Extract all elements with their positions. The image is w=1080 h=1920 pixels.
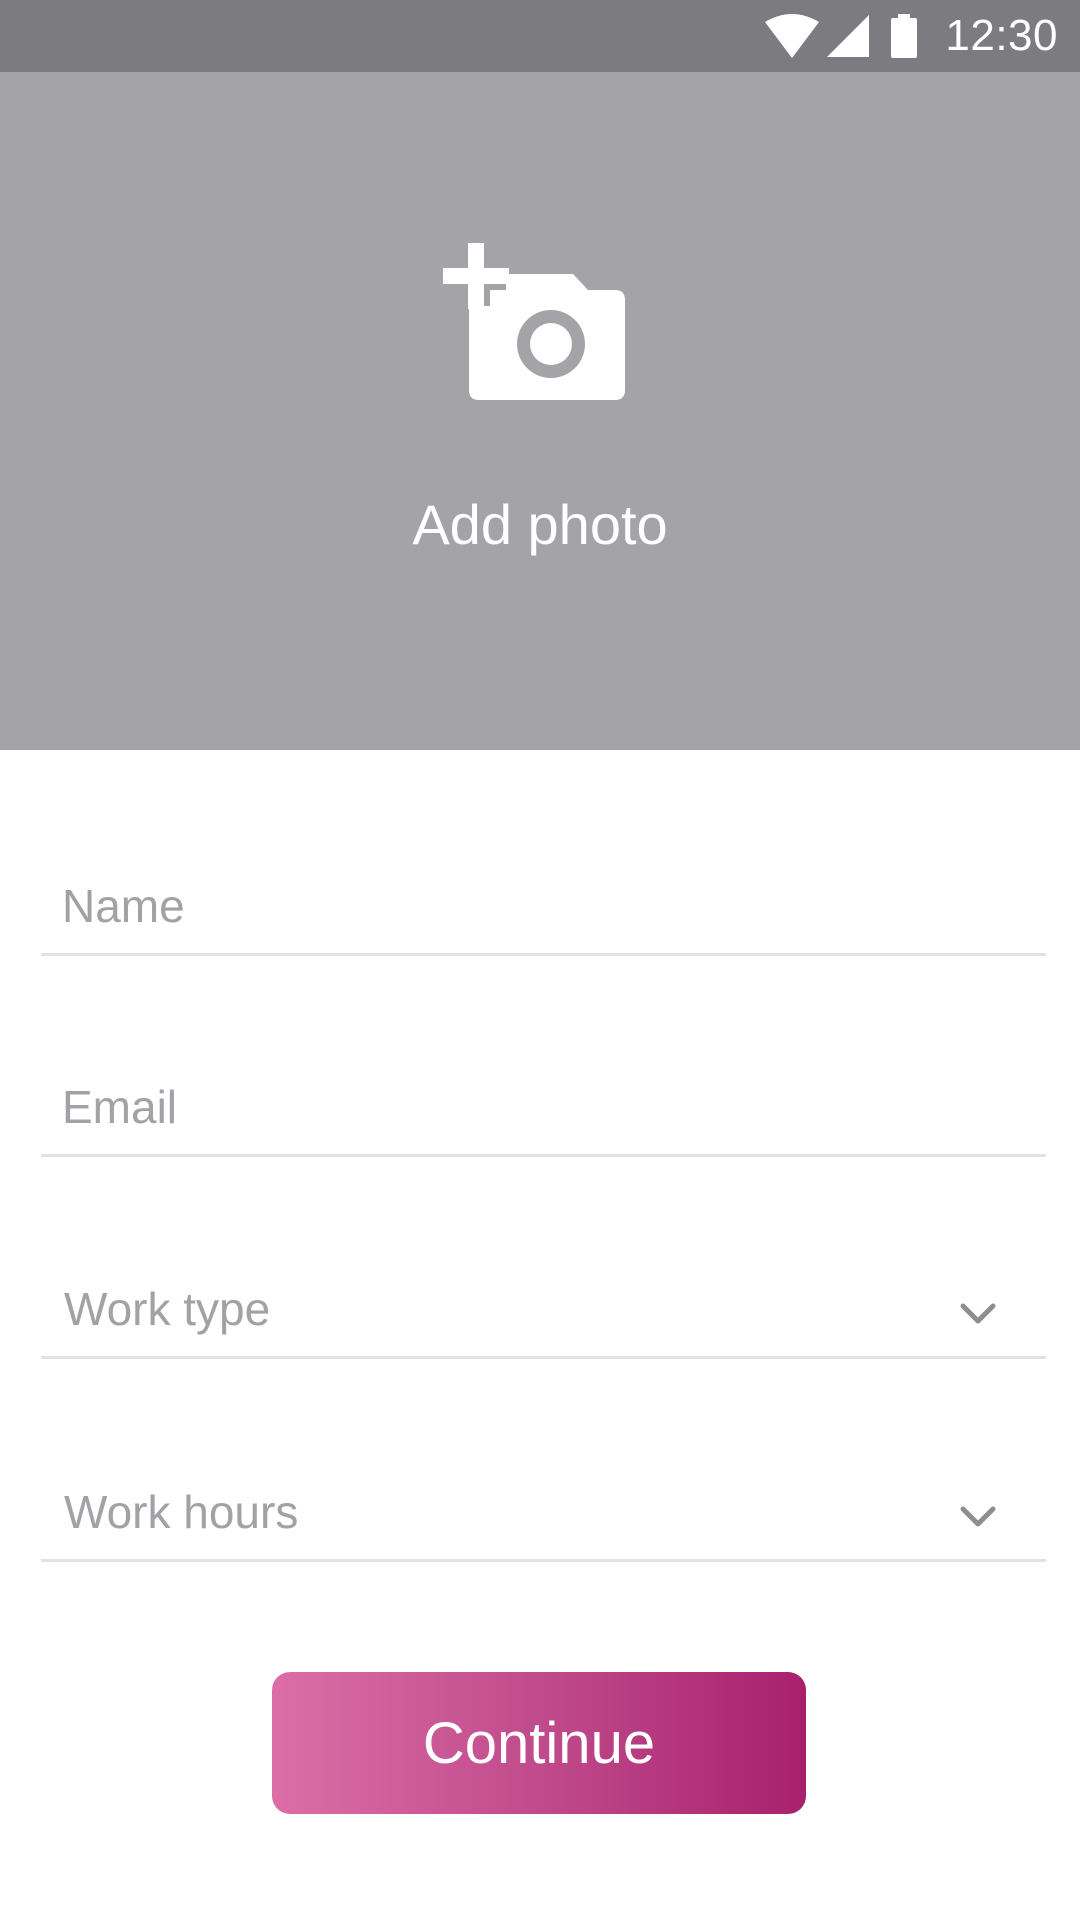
status-bar: 12:30: [0, 0, 1080, 72]
add-photo-icon: [443, 232, 633, 407]
status-icons: 12:30: [765, 0, 1058, 72]
wifi-icon: [765, 14, 820, 58]
cell-signal-icon: [827, 15, 870, 57]
status-time: 12:30: [945, 11, 1058, 60]
email-field[interactable]: [41, 1047, 1046, 1157]
chevron-down-icon: [960, 1303, 996, 1325]
battery-icon: [891, 14, 918, 58]
name-field[interactable]: [41, 846, 1046, 956]
email-input[interactable]: [62, 1071, 962, 1143]
work-hours-select[interactable]: Work hours: [41, 1452, 1046, 1562]
add-photo-area[interactable]: Add photo: [0, 72, 1080, 750]
email-underline: [41, 1154, 1046, 1157]
work-hours-label: Work hours: [64, 1486, 299, 1538]
work-type-label: Work type: [64, 1283, 271, 1335]
add-photo-label: Add photo: [412, 493, 668, 556]
continue-button[interactable]: Continue: [272, 1672, 806, 1814]
work-hours-underline: [41, 1559, 1046, 1562]
work-type-select[interactable]: Work type: [41, 1249, 1046, 1359]
name-input[interactable]: [62, 870, 962, 942]
work-type-underline: [41, 1356, 1046, 1359]
name-underline: [41, 953, 1046, 956]
chevron-down-icon: [960, 1506, 996, 1528]
profile-setup-screen: 12:30 Add photo Name Email Work type Wor…: [0, 0, 1080, 1920]
